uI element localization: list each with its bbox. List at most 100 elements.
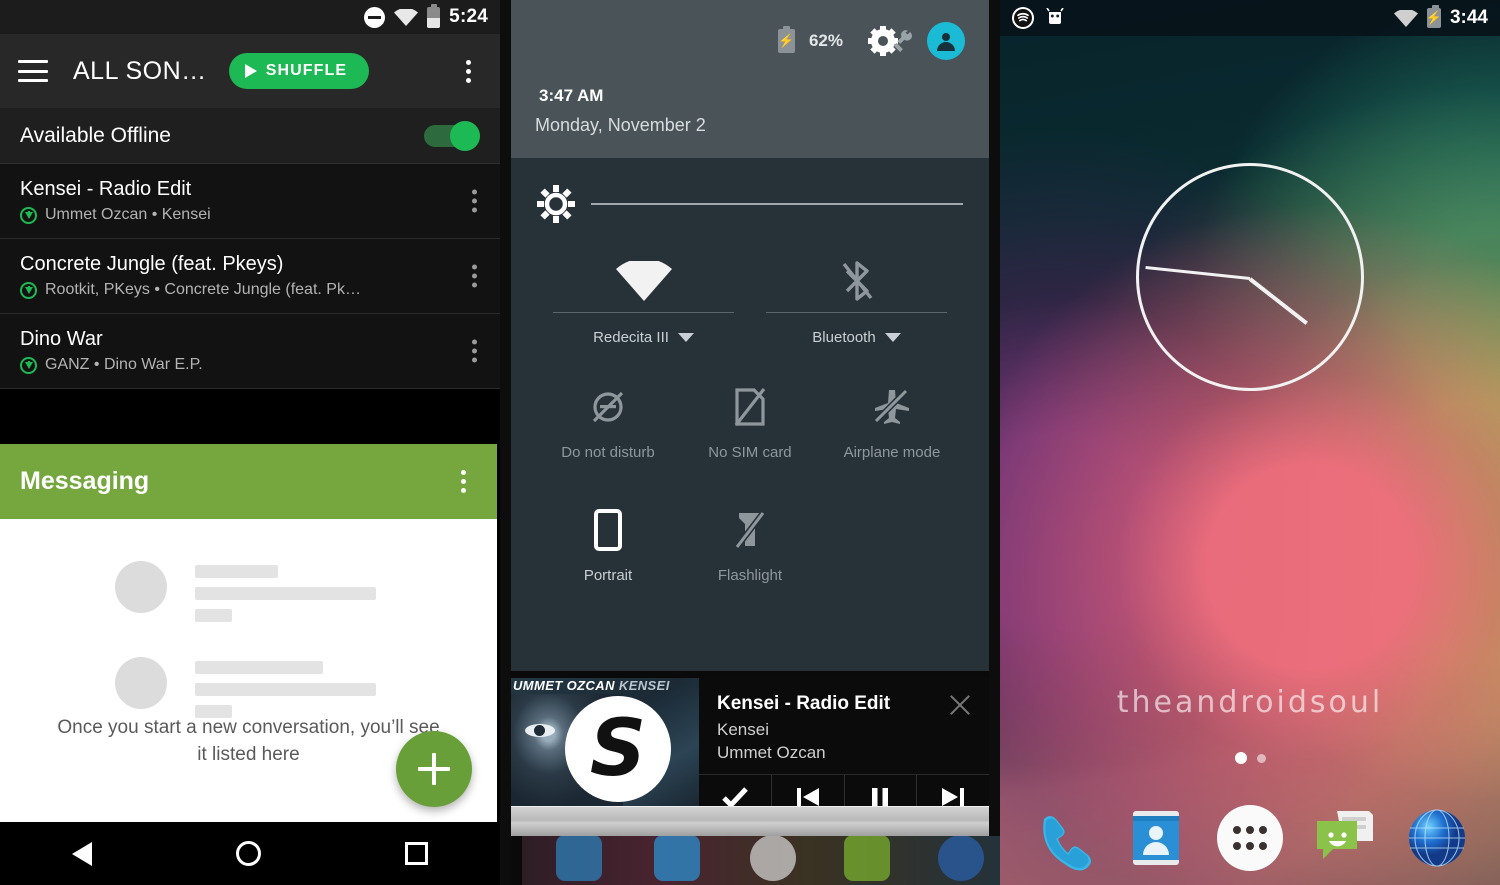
list-item[interactable]: Dino War GANZ • Dino War E.P. xyxy=(0,314,500,389)
peek-icon xyxy=(556,836,602,881)
peek-icon xyxy=(938,836,984,881)
page-dot-active[interactable] xyxy=(1234,752,1247,764)
list-item[interactable]: Kensei - Radio Edit Ummet Ozcan • Kensei xyxy=(0,164,500,239)
media-notification[interactable]: UMMET OZCAN KENSEI S Kensei - Radio Edit… xyxy=(511,678,989,818)
quick-settings-clock: 3:47 AM Monday, November 2 xyxy=(535,76,706,136)
available-offline-toggle[interactable] xyxy=(424,120,480,151)
status-bar-time: 5:24 xyxy=(449,6,488,27)
app-drawer-icon[interactable] xyxy=(1216,805,1283,871)
messaging-overflow-icon[interactable] xyxy=(449,470,477,493)
status-bar-system-icons: 3:44 xyxy=(1393,5,1488,29)
tile-airplane-mode[interactable]: Airplane mode xyxy=(821,382,963,461)
do-not-disturb-off-icon xyxy=(537,382,679,432)
screenshot-root: 5:24 ALL SON… SHUFFLE Available Offline … xyxy=(0,0,1500,885)
recents-square-icon[interactable] xyxy=(405,842,428,865)
song-overflow-icon[interactable] xyxy=(460,264,488,288)
skeleton-line xyxy=(195,565,278,578)
skeleton-line xyxy=(195,661,323,674)
skeleton-avatar xyxy=(115,657,167,709)
analog-clock-widget[interactable] xyxy=(1136,163,1364,391)
song-subtitle: GANZ • Dino War E.P. xyxy=(20,356,480,374)
user-avatar-icon[interactable] xyxy=(927,22,965,60)
airplane-off-icon xyxy=(821,382,963,432)
battery-icon xyxy=(427,3,441,28)
status-bar: 5:24 xyxy=(0,0,500,34)
tile-no-sim-card[interactable]: No SIM card xyxy=(679,382,821,461)
home-screen-peek xyxy=(522,836,1000,885)
song-title: Kensei - Radio Edit xyxy=(20,178,192,200)
skeleton-line xyxy=(195,609,232,622)
flashlight-off-icon xyxy=(679,505,821,555)
battery-charging-icon xyxy=(1426,5,1441,28)
song-subtitle: Ummet Ozcan • Kensei xyxy=(20,206,480,224)
page-title: ALL SON… xyxy=(73,56,207,85)
messaging-window: Messaging Once you start a new conversat… xyxy=(0,444,497,847)
play-icon xyxy=(244,64,257,78)
media-info: Kensei - Radio Edit Kensei Ummet Ozcan xyxy=(699,678,989,818)
home-screen-panel: 3:44 theandroidsoul xyxy=(1000,0,1500,885)
media-artist: Ummet Ozcan xyxy=(717,743,826,762)
tile-label: Bluetooth xyxy=(750,313,963,346)
wifi-ssid: Redecita III xyxy=(593,329,669,346)
song-overflow-icon[interactable] xyxy=(460,339,488,363)
phone-icon[interactable] xyxy=(1030,805,1096,871)
page-indicator xyxy=(1000,752,1500,764)
chevron-down-icon[interactable] xyxy=(884,333,901,342)
tile-flashlight[interactable]: Flashlight xyxy=(679,505,821,584)
page-dot[interactable] xyxy=(1256,753,1266,763)
tile-bluetooth[interactable]: Bluetooth xyxy=(750,250,963,346)
tile-label: No SIM card xyxy=(708,444,792,461)
song-title: Concrete Jungle (feat. Pkeys) xyxy=(20,253,284,275)
shuffle-button[interactable]: SHUFFLE xyxy=(228,53,370,89)
song-overflow-icon[interactable] xyxy=(460,189,488,213)
window-resize-handle[interactable] xyxy=(511,806,989,836)
download-icon xyxy=(20,206,37,224)
list-item[interactable]: Concrete Jungle (feat. Pkeys) Rootkit, P… xyxy=(0,239,500,314)
overflow-menu-icon[interactable] xyxy=(454,59,482,83)
close-icon[interactable] xyxy=(947,692,973,718)
quick-settings-time: 3:47 AM xyxy=(535,76,706,109)
android-robot-icon xyxy=(1045,7,1065,28)
chevron-down-icon[interactable] xyxy=(677,333,694,342)
time-value: 3:47 xyxy=(539,86,574,105)
tile-portrait[interactable]: Portrait xyxy=(537,505,679,584)
status-bar-time: 3:44 xyxy=(1449,7,1488,28)
navigation-bar xyxy=(0,822,500,885)
song-list: Kensei - Radio Edit Ummet Ozcan • Kensei… xyxy=(0,164,500,389)
gear-wrench-icon[interactable] xyxy=(867,26,913,56)
meridiem: AM xyxy=(577,86,604,105)
available-offline-label: Available Offline xyxy=(20,123,171,147)
album-caption-secondary: KENSEI xyxy=(618,678,670,693)
peek-icon xyxy=(654,836,700,881)
messaging-title: Messaging xyxy=(20,467,150,495)
tile-label: Redecita III xyxy=(537,313,750,346)
song-title: Dino War xyxy=(20,328,103,350)
watermark: theandroidsoul xyxy=(1116,685,1384,720)
spotify-app-bar: ALL SON… SHUFFLE xyxy=(0,34,500,108)
back-triangle-icon[interactable] xyxy=(72,841,92,866)
messaging-icon[interactable] xyxy=(1311,805,1377,871)
new-conversation-fab[interactable] xyxy=(396,731,472,807)
song-subtitle: Rootkit, PKeys • Concrete Jungle (feat. … xyxy=(20,281,480,299)
messaging-app-bar: Messaging xyxy=(0,444,497,519)
home-circle-icon[interactable] xyxy=(236,841,261,866)
quick-settings-tiles: Redecita III Bluetooth Do not disturb No… xyxy=(511,158,989,671)
tile-do-not-disturb[interactable]: Do not disturb xyxy=(537,382,679,461)
album-caption-primary: UMMET OZCAN xyxy=(513,678,615,693)
quick-settings-date: Monday, November 2 xyxy=(535,115,706,135)
album-art: UMMET OZCAN KENSEI S xyxy=(511,678,699,818)
available-offline-row[interactable]: Available Offline xyxy=(0,108,500,164)
wifi-icon xyxy=(1393,9,1418,27)
hamburger-icon[interactable] xyxy=(18,60,48,82)
wifi-icon xyxy=(394,8,419,26)
tile-label: Airplane mode xyxy=(843,444,941,461)
status-bar-notifications xyxy=(1012,7,1065,29)
battery-charging-icon xyxy=(777,26,795,53)
brightness-track[interactable] xyxy=(591,203,963,205)
brightness-slider[interactable] xyxy=(537,158,963,250)
tile-label: Do not disturb xyxy=(561,444,655,461)
album-photo-detail xyxy=(525,724,555,737)
browser-icon[interactable] xyxy=(1404,805,1470,871)
tile-wifi[interactable]: Redecita III xyxy=(537,250,750,346)
contacts-icon[interactable] xyxy=(1123,805,1189,871)
